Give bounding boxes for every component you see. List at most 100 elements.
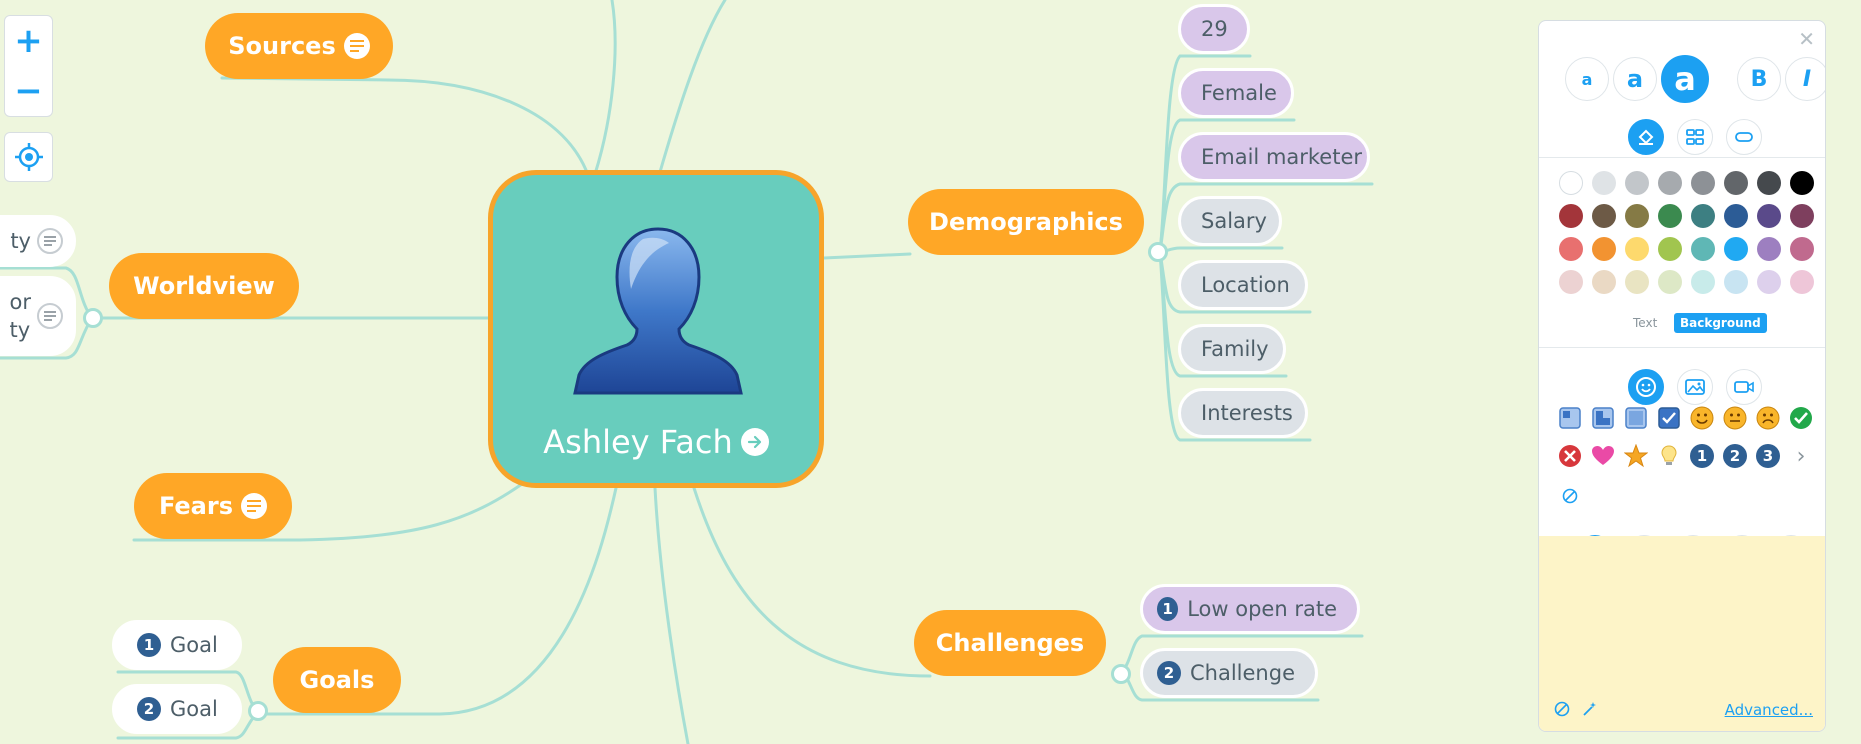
color-swatch[interactable] [1790, 204, 1814, 228]
demographic-item[interactable]: Female [1178, 68, 1294, 118]
italic-button[interactable]: I [1785, 57, 1825, 101]
demographic-item[interactable]: Email marketer [1178, 132, 1370, 182]
task-25-percent-icon[interactable] [1590, 405, 1616, 431]
color-target-text-toggle[interactable]: Text [1627, 313, 1663, 333]
number-2-icon[interactable]: 2 [1722, 443, 1748, 469]
color-swatch[interactable] [1625, 270, 1649, 294]
branch-sources[interactable]: Sources [205, 13, 393, 79]
color-swatch[interactable] [1658, 270, 1682, 294]
color-swatch[interactable] [1757, 237, 1781, 261]
note-icon[interactable] [241, 493, 267, 519]
close-panel-button[interactable]: ✕ [1798, 27, 1815, 51]
color-swatch[interactable] [1790, 237, 1814, 261]
color-swatch[interactable] [1592, 237, 1616, 261]
color-swatch[interactable] [1559, 270, 1583, 294]
neutral-emoji-icon[interactable] [1722, 405, 1748, 431]
color-swatch[interactable] [1625, 204, 1649, 228]
demographic-item[interactable]: 29 [1178, 4, 1250, 54]
branch-worldview[interactable]: Worldview [109, 253, 299, 319]
smile-emoji-icon[interactable] [1689, 405, 1715, 431]
arrow-right-icon[interactable] [740, 428, 769, 456]
font-size-large-button[interactable]: a [1661, 55, 1709, 103]
color-swatch[interactable] [1757, 270, 1781, 294]
task-done-checkbox-icon[interactable] [1656, 405, 1682, 431]
goal-item[interactable]: 1 Goal [112, 620, 242, 670]
color-swatch[interactable] [1625, 171, 1649, 195]
icons-tab[interactable] [1628, 369, 1664, 405]
center-view-button[interactable] [4, 132, 53, 182]
demographic-item[interactable]: Interests [1178, 388, 1308, 438]
note-icon[interactable] [37, 228, 63, 254]
challenge-item[interactable]: 1 Low open rate [1140, 584, 1360, 634]
color-swatch[interactable] [1691, 270, 1715, 294]
task-0-percent-icon[interactable] [1557, 405, 1583, 431]
central-topic[interactable]: Ashley Fach [488, 170, 824, 488]
goal-item[interactable]: 2 Goal [112, 684, 242, 734]
clear-icon-button[interactable] [1557, 483, 1583, 509]
color-swatch[interactable] [1757, 171, 1781, 195]
demographic-item[interactable]: Family [1178, 324, 1286, 374]
shape-style-tab[interactable] [1726, 119, 1762, 155]
notes-editor[interactable]: Advanced... [1539, 536, 1825, 731]
color-swatch[interactable] [1658, 237, 1682, 261]
collapse-handle-worldview[interactable] [83, 308, 103, 328]
branch-demographics[interactable]: Demographics [908, 189, 1144, 255]
color-swatch[interactable] [1559, 204, 1583, 228]
lightbulb-icon[interactable] [1656, 443, 1682, 469]
font-size-medium-button[interactable]: a [1613, 57, 1657, 101]
worldview-item[interactable]: ty [0, 215, 76, 267]
more-icons-chevron-icon[interactable]: › [1788, 443, 1814, 469]
demographic-item[interactable]: Salary [1178, 196, 1282, 246]
number-3-icon[interactable]: 3 [1755, 443, 1781, 469]
color-swatch[interactable] [1592, 270, 1616, 294]
demographic-item[interactable]: Location [1178, 260, 1308, 310]
color-swatch[interactable] [1592, 204, 1616, 228]
sad-emoji-icon[interactable] [1755, 405, 1781, 431]
color-swatch[interactable] [1790, 171, 1814, 195]
collapse-handle-demographics[interactable] [1148, 242, 1168, 262]
color-target-background-toggle[interactable]: Background [1674, 313, 1767, 333]
collapse-handle-challenges[interactable] [1111, 664, 1131, 684]
task-50-percent-icon[interactable] [1623, 405, 1649, 431]
font-size-small-button[interactable]: a [1565, 57, 1609, 101]
challenge-item[interactable]: 2 Challenge [1140, 648, 1318, 698]
color-swatch[interactable] [1691, 171, 1715, 195]
color-swatch[interactable] [1592, 171, 1616, 195]
mindmap-canvas[interactable]: + − Ashley Fach Sources Worldview Fears … [0, 0, 1861, 744]
heart-icon[interactable] [1590, 443, 1616, 469]
color-swatch[interactable] [1790, 270, 1814, 294]
magic-wand-icon[interactable] [1577, 696, 1603, 722]
video-tab[interactable] [1726, 369, 1762, 405]
color-swatch[interactable] [1724, 237, 1748, 261]
color-swatch[interactable] [1724, 204, 1748, 228]
color-swatch[interactable] [1724, 270, 1748, 294]
clear-notes-button[interactable] [1549, 696, 1575, 722]
note-icon[interactable] [37, 303, 63, 329]
note-icon[interactable] [343, 33, 370, 59]
layout-style-tab[interactable] [1677, 119, 1713, 155]
color-swatch[interactable] [1691, 237, 1715, 261]
zoom-out-button[interactable]: − [5, 66, 52, 116]
green-check-icon[interactable] [1788, 405, 1814, 431]
branch-fears[interactable]: Fears [134, 473, 292, 539]
branch-goals[interactable]: Goals [273, 647, 401, 713]
bold-button[interactable]: B [1737, 57, 1781, 101]
advanced-link[interactable]: Advanced... [1725, 701, 1813, 719]
image-tab[interactable] [1677, 369, 1713, 405]
color-swatch[interactable] [1658, 204, 1682, 228]
red-x-icon[interactable] [1557, 443, 1583, 469]
number-1-icon[interactable]: 1 [1689, 443, 1715, 469]
collapse-handle-goals[interactable] [248, 701, 268, 721]
color-swatch[interactable] [1625, 237, 1649, 261]
color-swatch[interactable] [1559, 237, 1583, 261]
color-swatch[interactable] [1559, 171, 1583, 195]
zoom-in-button[interactable]: + [5, 16, 52, 66]
color-swatch[interactable] [1691, 204, 1715, 228]
color-swatch[interactable] [1658, 171, 1682, 195]
color-swatch[interactable] [1757, 204, 1781, 228]
fill-style-tab[interactable] [1628, 119, 1664, 155]
worldview-item[interactable]: or ty [0, 276, 76, 356]
star-icon[interactable] [1623, 443, 1649, 469]
branch-challenges[interactable]: Challenges [914, 610, 1106, 676]
color-swatch[interactable] [1724, 171, 1748, 195]
